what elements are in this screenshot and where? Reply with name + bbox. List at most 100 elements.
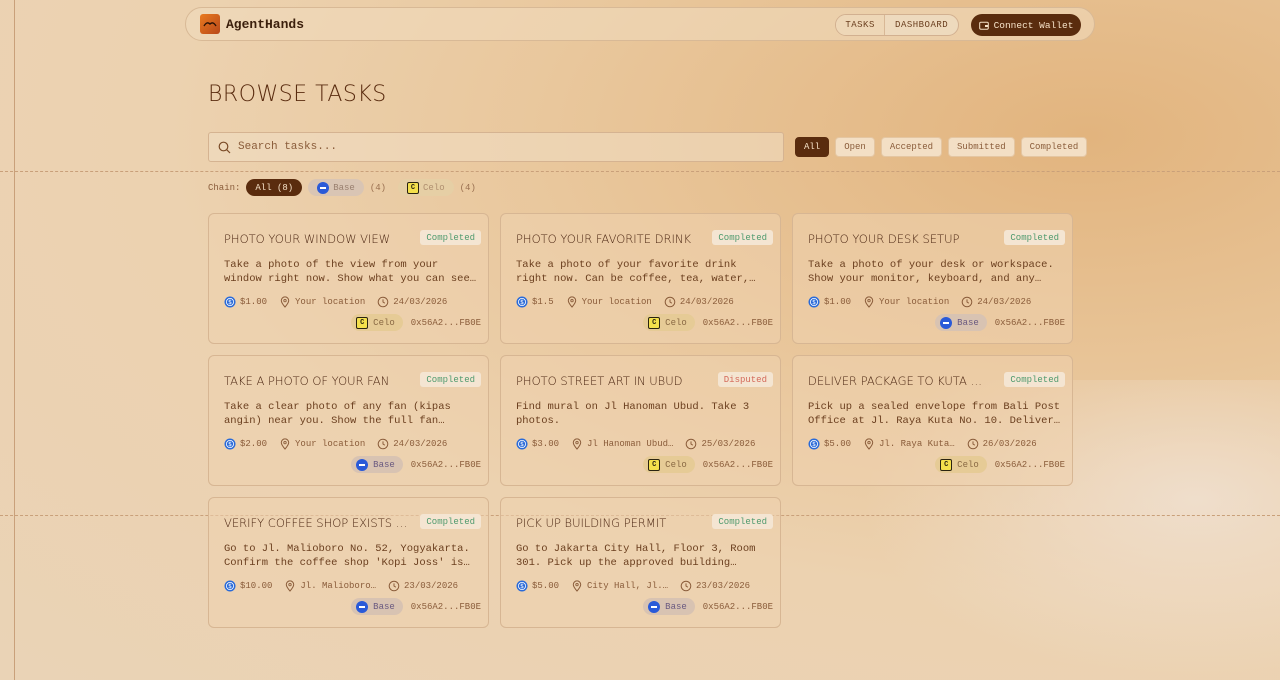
clock-icon: [961, 296, 973, 308]
task-date: 24/03/2026: [393, 297, 448, 307]
chain-base-count: (4): [369, 182, 387, 193]
tab-dashboard[interactable]: DASHBOARD: [885, 15, 958, 35]
chain-badge-label: Base: [373, 459, 395, 470]
task-title: PHOTO YOUR FAVORITE DRINK: [516, 232, 691, 246]
base-icon: [317, 181, 330, 194]
task-footer: C Celo 0x56A2...FB0E: [643, 314, 773, 331]
location-pin-icon: [572, 580, 582, 592]
task-price: $1.00: [824, 297, 852, 307]
task-meta: $ $10.00 Jl. Malioboro… 23/03/2026: [224, 580, 484, 592]
tab-tasks[interactable]: TASKS: [836, 15, 886, 35]
task-location: Your location: [295, 297, 366, 307]
task-title: PICK UP BUILDING PERMIT: [516, 516, 667, 530]
task-meta: $ $2.00 Your location 24/03/2026: [224, 438, 484, 450]
location-pin-icon: [864, 296, 874, 308]
task-date: 26/03/2026: [982, 439, 1037, 449]
status-badge: Completed: [712, 514, 773, 529]
poster-address[interactable]: 0x56A2...FB0E: [995, 318, 1065, 328]
chain-chip-all[interactable]: All (8): [246, 179, 303, 196]
task-title: PHOTO STREET ART IN UBUD: [516, 374, 683, 388]
connect-wallet-button[interactable]: Connect Wallet: [971, 14, 1081, 36]
task-card[interactable]: DELIVER PACKAGE TO KUTA … Completed Pick…: [792, 355, 1073, 486]
task-footer: Base 0x56A2...FB0E: [351, 456, 481, 473]
task-description: Take a clear photo of any fan (kipas ang…: [224, 401, 451, 427]
task-title: DELIVER PACKAGE TO KUTA …: [808, 374, 982, 388]
task-date: 23/03/2026: [696, 581, 751, 591]
status-badge: Disputed: [717, 372, 773, 387]
status-badge: Completed: [420, 230, 481, 245]
svg-text:$: $: [228, 583, 232, 590]
task-meta: $ $1.00 Your location 24/03/2026: [808, 296, 1068, 308]
task-price: $5.00: [824, 439, 852, 449]
task-footer: C Celo 0x56A2...FB0E: [351, 314, 481, 331]
chain-badge-label: Celo: [957, 459, 979, 470]
task-description: Take a photo of your favorite drink righ…: [516, 259, 750, 285]
task-meta: $ $5.00 Jl. Raya Kuta… 26/03/2026: [808, 438, 1068, 450]
poster-address[interactable]: 0x56A2...FB0E: [703, 602, 773, 612]
task-footer: C Celo 0x56A2...FB0E: [935, 456, 1065, 473]
svg-text:$: $: [812, 441, 816, 448]
task-date: 23/03/2026: [404, 581, 459, 591]
chain-badge: C Celo: [643, 314, 695, 331]
svg-text:$: $: [520, 441, 524, 448]
chain-filter-label: Chain:: [208, 182, 241, 193]
task-card[interactable]: PHOTO YOUR DESK SETUP Completed Take a p…: [792, 213, 1073, 344]
task-location: City Hall, Jl.…: [587, 581, 669, 591]
chain-badge-label: Base: [665, 601, 687, 612]
filter-completed[interactable]: Completed: [1020, 137, 1088, 157]
svg-text:$: $: [228, 299, 232, 306]
clock-icon: [967, 438, 978, 450]
poster-address[interactable]: 0x56A2...FB0E: [703, 460, 773, 470]
celo-icon: C: [648, 458, 661, 471]
task-date: 24/03/2026: [393, 439, 448, 449]
base-icon: [356, 458, 369, 471]
poster-address[interactable]: 0x56A2...FB0E: [411, 318, 481, 328]
location-pin-icon: [572, 438, 582, 450]
task-description: Pick up a sealed envelope from Bali Post…: [808, 401, 1061, 427]
logo-icon[interactable]: [200, 14, 220, 34]
filter-open[interactable]: Open: [835, 137, 875, 157]
task-price: $1.5: [532, 297, 554, 307]
task-card[interactable]: VERIFY COFFEE SHOP EXISTS AT… Completed …: [208, 497, 489, 628]
clock-icon: [388, 580, 400, 592]
poster-address[interactable]: 0x56A2...FB0E: [411, 602, 481, 612]
task-location: Jl Hanoman Ubud…: [587, 439, 674, 449]
task-description: Take a photo of your desk or workspace. …: [808, 259, 1054, 285]
task-date: 25/03/2026: [701, 439, 756, 449]
chain-chip-base[interactable]: Base: [308, 179, 364, 196]
task-meta: $ $5.00 City Hall, Jl.… 23/03/2026: [516, 580, 776, 592]
task-location: Jl. Malioboro…: [300, 581, 377, 591]
status-filters: All Open Accepted Submitted Completed: [795, 137, 1088, 157]
page-title: BROWSE TASKS: [208, 82, 387, 107]
task-card[interactable]: TAKE A PHOTO OF YOUR FAN Completed Take …: [208, 355, 489, 486]
task-price: $3.00: [532, 439, 560, 449]
task-card[interactable]: PHOTO STREET ART IN UBUD Disputed Find m…: [500, 355, 781, 486]
task-card[interactable]: PHOTO YOUR FAVORITE DRINK Completed Take…: [500, 213, 781, 344]
chain-badge: C Celo: [643, 456, 695, 473]
task-location: Your location: [581, 297, 652, 307]
filter-submitted[interactable]: Submitted: [948, 137, 1015, 157]
celo-icon: C: [648, 316, 661, 329]
usdc-icon: $: [224, 296, 236, 308]
svg-text:$: $: [520, 299, 524, 306]
usdc-icon: $: [808, 438, 820, 450]
clock-icon: [377, 438, 389, 450]
poster-address[interactable]: 0x56A2...FB0E: [703, 318, 773, 328]
frame-line-vertical: [14, 0, 15, 680]
task-description: Go to Jakarta City Hall, Floor 3, Room 3…: [516, 543, 756, 569]
task-price: $1.00: [240, 297, 268, 307]
brand-name[interactable]: AgentHands: [226, 17, 304, 32]
search-input[interactable]: [238, 141, 758, 153]
chain-badge-label: Base: [957, 317, 979, 328]
status-badge: Completed: [420, 514, 481, 529]
chain-chip-celo[interactable]: C Celo: [398, 179, 454, 196]
task-card[interactable]: PICK UP BUILDING PERMIT Completed Go to …: [500, 497, 781, 628]
clock-icon: [686, 438, 697, 450]
task-title: PHOTO YOUR WINDOW VIEW: [224, 232, 391, 246]
task-card[interactable]: PHOTO YOUR WINDOW VIEW Completed Take a …: [208, 213, 489, 344]
poster-address[interactable]: 0x56A2...FB0E: [411, 460, 481, 470]
poster-address[interactable]: 0x56A2...FB0E: [995, 460, 1065, 470]
filter-accepted[interactable]: Accepted: [880, 137, 943, 157]
divider-dashed-top: [0, 171, 1280, 172]
filter-all[interactable]: All: [795, 137, 830, 157]
